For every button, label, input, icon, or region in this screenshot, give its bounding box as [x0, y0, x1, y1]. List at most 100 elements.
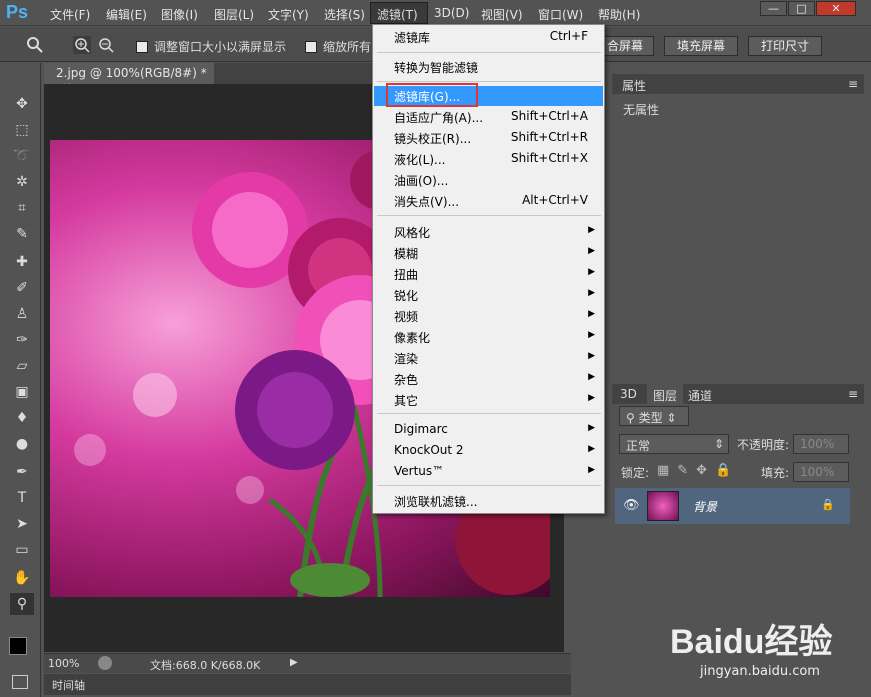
menu-item-adaptive-wide-angle[interactable]: 自适应广角(A)... Shift+Ctrl+A: [374, 107, 603, 127]
menu-select[interactable]: 选择(S): [324, 6, 365, 23]
minimize-button[interactable]: —: [760, 1, 787, 16]
checkbox-box[interactable]: [305, 41, 317, 53]
menu-item-render[interactable]: 渲染 ▶: [374, 348, 603, 368]
menu-item-distort[interactable]: 扭曲 ▶: [374, 264, 603, 284]
layer-filter-select[interactable]: ⚲ 类型 ⇕: [619, 406, 689, 426]
menu-layer[interactable]: 图层(L): [214, 6, 254, 23]
tab-3d[interactable]: 3D: [620, 387, 637, 401]
history-brush-icon[interactable]: ✑: [10, 329, 34, 351]
zoom-level[interactable]: 100%: [48, 657, 79, 670]
path-select-icon[interactable]: ➤: [10, 513, 34, 535]
menu-item-smart-filter[interactable]: 转换为智能滤镜: [374, 57, 603, 77]
menu-item-sharpen[interactable]: 锐化 ▶: [374, 285, 603, 305]
layer-name[interactable]: 背景: [693, 498, 717, 515]
menu-item-lens-correction[interactable]: 镜头校正(R)... Shift+Ctrl+R: [374, 128, 603, 148]
panel-menu-icon[interactable]: ≡: [848, 387, 858, 401]
healing-brush-icon[interactable]: ✚: [10, 251, 34, 273]
eraser-tool-icon[interactable]: ▱: [10, 355, 34, 377]
zoom-tool-icon[interactable]: [26, 36, 44, 54]
submenu-arrow-icon: ▶: [588, 423, 595, 433]
blur-tool-icon[interactable]: ♦: [10, 407, 34, 429]
type-tool-icon[interactable]: T: [10, 487, 34, 509]
menu-item-pixelate[interactable]: 像素化 ▶: [374, 327, 603, 347]
opacity-label: 不透明度:: [737, 438, 790, 452]
tab-properties[interactable]: 属性: [622, 77, 646, 94]
close-button[interactable]: ✕: [816, 1, 856, 16]
gradient-tool-icon[interactable]: ▣: [10, 381, 34, 403]
fill-screen-button[interactable]: 填充屏幕: [664, 36, 738, 56]
menu-divider: [377, 485, 601, 486]
baidu-watermark: Baidu经验 jingyan.baidu.com: [670, 602, 870, 692]
resize-windows-checkbox[interactable]: 调整窗口大小以满屏显示: [136, 38, 286, 55]
watermark-brand: Baidu经验: [670, 623, 833, 661]
stamp-tool-icon[interactable]: ♙: [10, 303, 34, 325]
menu-item-video[interactable]: 视频 ▶: [374, 306, 603, 326]
magic-wand-icon[interactable]: ✲: [10, 171, 34, 193]
eye-icon[interactable]: 👁: [623, 498, 640, 513]
menu-item-digimarc[interactable]: Digimarc ▶: [374, 420, 603, 440]
eyedropper-icon[interactable]: ✎: [10, 223, 34, 245]
properties-content: 无属性: [623, 103, 660, 117]
menu-file[interactable]: 文件(F): [50, 6, 90, 23]
zoom-tool-icon[interactable]: ⚲: [10, 593, 34, 615]
menu-item-blur[interactable]: 模糊 ▶: [374, 243, 603, 263]
menu-filter[interactable]: 滤镜(T): [370, 2, 428, 24]
menu-item-knockout[interactable]: KnockOut 2 ▶: [374, 441, 603, 461]
menu-item-liquify[interactable]: 液化(L)... Shift+Ctrl+X: [374, 149, 603, 169]
document-tab[interactable]: 2.jpg @ 100%(RGB/8#) * ×: [44, 63, 214, 94]
menu-item-vertus[interactable]: Vertus™ ▶: [374, 462, 603, 482]
lock-label: 锁定:: [621, 466, 650, 480]
checkbox-box[interactable]: [136, 41, 148, 53]
menu-view[interactable]: 视图(V): [481, 6, 523, 23]
print-size-button[interactable]: 打印尺寸: [748, 36, 822, 56]
menu-bar: Ps 文件(F) 编辑(E) 图像(I) 图层(L) 文字(Y) 选择(S) 滤…: [0, 0, 871, 26]
marquee-tool-icon[interactable]: ⬚: [10, 119, 34, 141]
status-icon[interactable]: [98, 656, 112, 670]
hand-tool-icon[interactable]: ✋: [10, 567, 34, 589]
menu-item-last-filter[interactable]: 滤镜库 Ctrl+F: [374, 27, 603, 47]
menu-edit[interactable]: 编辑(E): [106, 6, 147, 23]
menu-image[interactable]: 图像(I): [161, 6, 198, 23]
fill-label: 填充:: [761, 466, 790, 480]
pen-tool-icon[interactable]: ✒: [10, 461, 34, 483]
blend-mode-select[interactable]: 正常 ⇕: [619, 434, 729, 454]
menu-divider: [377, 215, 601, 216]
tab-channels[interactable]: 通道: [688, 387, 712, 404]
zoom-out-icon[interactable]: [97, 36, 115, 54]
menu-item-vanishing-point[interactable]: 消失点(V)... Alt+Ctrl+V: [374, 191, 603, 211]
menu-window[interactable]: 窗口(W): [538, 6, 583, 23]
dodge-tool-icon[interactable]: ●: [10, 433, 34, 455]
layer-row-background[interactable]: 👁 背景 🔒: [615, 488, 850, 524]
timeline-tab[interactable]: 时间轴: [52, 677, 85, 693]
chevron-updown-icon: ⇕: [713, 437, 724, 451]
menu-3d[interactable]: 3D(D): [434, 6, 469, 20]
submenu-arrow-icon: ▶: [588, 309, 595, 319]
menu-type[interactable]: 文字(Y): [268, 6, 309, 23]
lasso-tool-icon[interactable]: ➰: [10, 145, 34, 167]
foreground-color-swatch[interactable]: [9, 637, 27, 655]
menu-item-oil-paint[interactable]: 油画(O)...: [374, 170, 603, 190]
crop-tool-icon[interactable]: ⌗: [10, 197, 34, 219]
zoom-in-icon[interactable]: [73, 36, 91, 54]
lock-icons[interactable]: ▦✎✥🔒: [657, 463, 739, 478]
opacity-input[interactable]: 100%: [793, 434, 849, 454]
lock-icon: 🔒: [821, 498, 835, 511]
maximize-button[interactable]: □: [788, 1, 815, 16]
shape-tool-icon[interactable]: ▭: [10, 539, 34, 561]
status-menu-arrow-icon[interactable]: ▶: [290, 657, 298, 668]
panel-menu-icon[interactable]: ≡: [848, 77, 858, 91]
menu-item-browse-online[interactable]: 浏览联机滤镜...: [374, 491, 603, 511]
brush-tool-icon[interactable]: ✐: [10, 277, 34, 299]
fill-input[interactable]: 100%: [793, 462, 849, 482]
menu-item-other[interactable]: 其它 ▶: [374, 390, 603, 410]
menu-help[interactable]: 帮助(H): [598, 6, 640, 23]
quick-mask-icon[interactable]: [12, 675, 28, 689]
menu-item-stylize[interactable]: 风格化 ▶: [374, 222, 603, 242]
move-tool-icon[interactable]: ✥: [10, 93, 34, 115]
menu-item-noise[interactable]: 杂色 ▶: [374, 369, 603, 389]
submenu-arrow-icon: ▶: [588, 330, 595, 340]
submenu-arrow-icon: ▶: [588, 288, 595, 298]
zoom-all-checkbox[interactable]: 缩放所有: [305, 38, 371, 55]
tab-layers[interactable]: 图层: [647, 384, 684, 404]
file-info: 文档:668.0 K/668.0K: [150, 659, 261, 672]
